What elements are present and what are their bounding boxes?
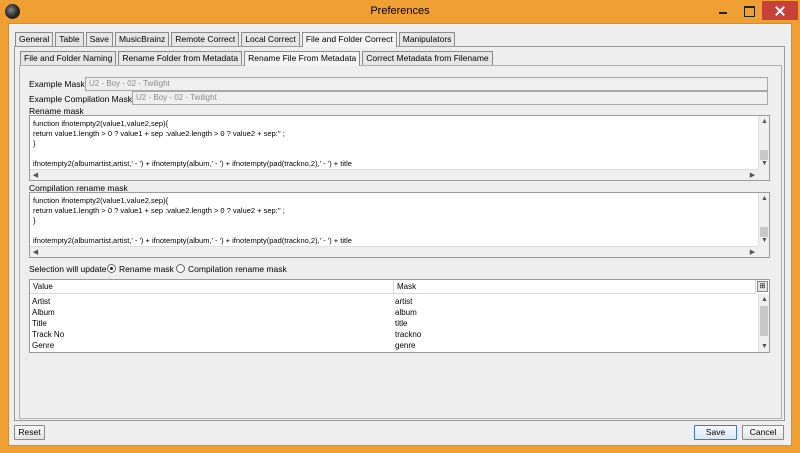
tab-general[interactable]: General bbox=[15, 32, 54, 46]
reset-button[interactable]: Reset bbox=[14, 425, 45, 440]
radio-rename-mask-label[interactable]: Rename mask bbox=[119, 264, 174, 274]
window-title: Preferences bbox=[370, 5, 430, 17]
scroll-right-icon[interactable]: ▶ bbox=[747, 248, 758, 257]
minimize-icon[interactable] bbox=[710, 1, 736, 20]
example-mask-field: U2 - Boy - 02 - Twilight bbox=[85, 77, 768, 91]
scroll-down-icon[interactable]: ▼ bbox=[759, 342, 770, 351]
code-line: function ifnotempty2(value1,value2,sep){ bbox=[33, 196, 169, 205]
tab-local-correct[interactable]: Local Correct bbox=[241, 32, 300, 46]
radio-compilation-rename-mask-label[interactable]: Compilation rename mask bbox=[188, 264, 287, 274]
table-cell-mask[interactable]: album bbox=[395, 308, 417, 317]
column-header-mask[interactable]: Mask bbox=[394, 280, 756, 294]
tab-table[interactable]: Table bbox=[55, 32, 84, 46]
tab-rename-folder-from-metadata[interactable]: Rename Folder from Metadata bbox=[118, 51, 243, 65]
table-cell-value[interactable]: Genre bbox=[32, 341, 54, 350]
code-line: ifnotempty2(albumartist,artist,' - ') + … bbox=[33, 236, 352, 245]
scroll-left-icon[interactable]: ◀ bbox=[30, 171, 41, 180]
code-line: return value1.length > 0 ? value1 + sep … bbox=[33, 129, 285, 138]
value-mask-table: Value Mask ⊞ Artist artist Album album T… bbox=[29, 279, 770, 353]
code-line: ifnotempty2(albumartist,artist,' - ') + … bbox=[33, 159, 352, 168]
tab-manipulators[interactable]: Manipulators bbox=[398, 32, 456, 46]
cancel-button[interactable]: Cancel bbox=[742, 425, 784, 440]
code-line: } bbox=[33, 139, 36, 148]
compilation-rename-mask-editor[interactable]: function ifnotempty2(value1,value2,sep){… bbox=[29, 192, 770, 258]
table-cell-value[interactable]: Album bbox=[32, 308, 55, 317]
radio-compilation-rename-mask[interactable] bbox=[176, 264, 185, 273]
vertical-scrollbar[interactable]: ▲ ▼ bbox=[758, 116, 769, 169]
scroll-down-icon[interactable]: ▼ bbox=[759, 236, 770, 245]
tab-correct-metadata-from-filename[interactable]: Correct Metadata from Filename bbox=[362, 51, 493, 65]
tab-musicbrainz[interactable]: MusicBrainz bbox=[114, 32, 170, 46]
tab-file-and-folder-naming[interactable]: File and Folder Naming bbox=[20, 51, 117, 65]
horizontal-scrollbar[interactable]: ◀ ▶ bbox=[30, 246, 758, 257]
horizontal-scrollbar[interactable]: ◀ ▶ bbox=[30, 169, 758, 180]
scroll-up-icon[interactable]: ▲ bbox=[759, 194, 770, 203]
selection-label: Selection will update bbox=[29, 264, 107, 274]
tab-file-and-folder-correct[interactable]: File and Folder Correct bbox=[301, 32, 397, 47]
scroll-thumb[interactable] bbox=[760, 306, 768, 336]
outer-tab-strip: General Table Save MusicBrainz Remote Co… bbox=[15, 32, 457, 47]
scroll-left-icon[interactable]: ◀ bbox=[30, 248, 41, 257]
table-cell-mask[interactable]: title bbox=[395, 319, 407, 328]
dialog-content: General Table Save MusicBrainz Remote Co… bbox=[8, 23, 792, 446]
vertical-scrollbar[interactable]: ▲ ▼ bbox=[758, 294, 769, 352]
radio-rename-mask[interactable] bbox=[107, 264, 116, 273]
table-cell-mask[interactable]: genre bbox=[395, 341, 415, 350]
save-button[interactable]: Save bbox=[694, 425, 737, 440]
code-line: return value1.length > 0 ? value1 + sep … bbox=[33, 206, 285, 215]
column-chooser-icon[interactable]: ⊞ bbox=[757, 281, 768, 292]
rename-mask-editor[interactable]: function ifnotempty2(value1,value2,sep){… bbox=[29, 115, 770, 181]
example-compilation-mask-label: Example Compilation Mask: bbox=[29, 94, 135, 104]
tab-rename-file-from-metadata[interactable]: Rename File From Metadata bbox=[244, 51, 361, 66]
close-icon[interactable] bbox=[762, 1, 798, 20]
table-cell-mask[interactable]: artist bbox=[395, 297, 412, 306]
scroll-corner bbox=[758, 169, 769, 180]
vertical-scrollbar[interactable]: ▲ ▼ bbox=[758, 193, 769, 246]
example-mask-label: Example Mask: bbox=[29, 79, 88, 89]
scroll-corner bbox=[758, 246, 769, 257]
preferences-window: Preferences General Table Save MusicBrai… bbox=[0, 0, 800, 453]
tab-save[interactable]: Save bbox=[85, 32, 113, 46]
table-cell-value[interactable]: Artist bbox=[32, 297, 50, 306]
example-compilation-mask-field: U2 - Boy - 02 - Twilight bbox=[132, 91, 768, 105]
table-cell-value[interactable]: Track No bbox=[32, 330, 64, 339]
table-cell-value[interactable]: Title bbox=[32, 319, 47, 328]
title-bar[interactable]: Preferences bbox=[0, 0, 800, 23]
scroll-up-icon[interactable]: ▲ bbox=[759, 295, 770, 304]
scroll-up-icon[interactable]: ▲ bbox=[759, 117, 770, 126]
code-line: function ifnotempty2(value1,value2,sep){ bbox=[33, 119, 169, 128]
column-header-value[interactable]: Value bbox=[30, 280, 394, 294]
table-cell-mask[interactable]: trackno bbox=[395, 330, 421, 339]
tab-remote-correct[interactable]: Remote Correct bbox=[171, 32, 240, 46]
code-line: } bbox=[33, 216, 36, 225]
scroll-right-icon[interactable]: ▶ bbox=[747, 171, 758, 180]
scroll-down-icon[interactable]: ▼ bbox=[759, 159, 770, 168]
inner-tab-strip: File and Folder Naming Rename Folder fro… bbox=[20, 51, 495, 66]
maximize-icon[interactable] bbox=[736, 1, 762, 20]
